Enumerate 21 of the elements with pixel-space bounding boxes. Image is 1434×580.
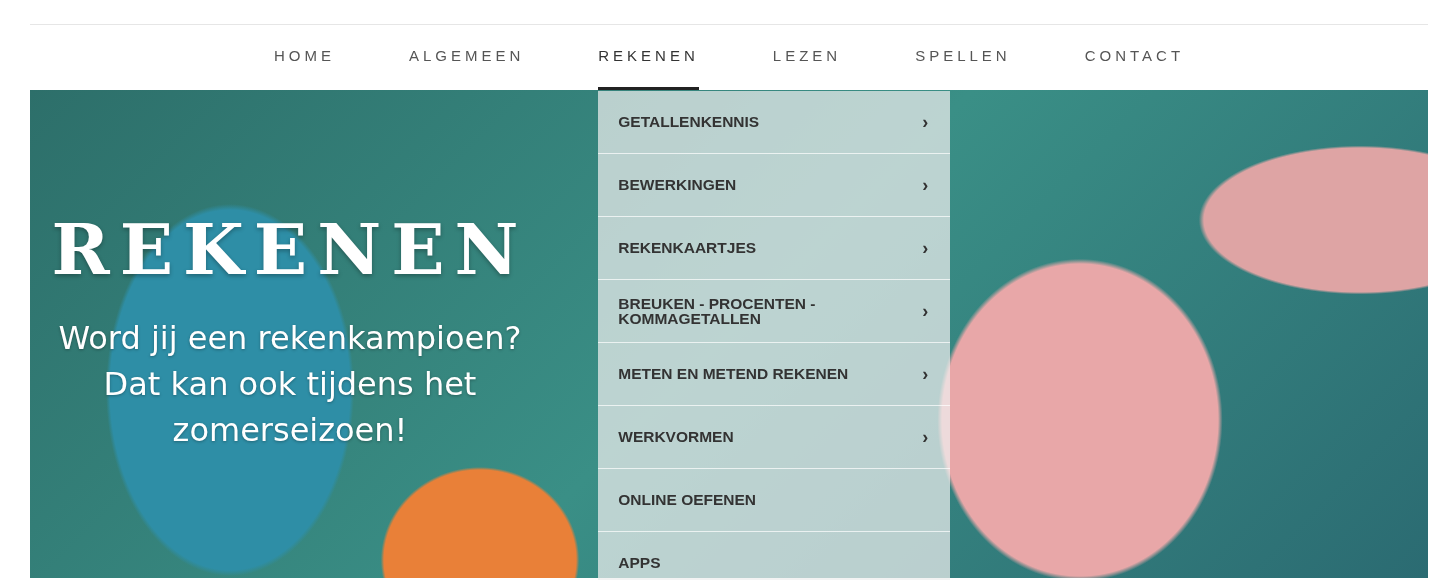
chevron-icon: › xyxy=(922,365,929,383)
nav-link[interactable]: SPELLEN xyxy=(915,25,1011,90)
chevron-icon: › xyxy=(922,428,929,446)
menu-item[interactable]: APPS xyxy=(598,532,951,580)
chevron-icon: › xyxy=(922,302,929,320)
menu-item[interactable]: WERKVORMEN › xyxy=(598,406,951,469)
nav-link[interactable]: CONTACT xyxy=(1084,25,1185,90)
menu-item[interactable]: ONLINE OEFENEN xyxy=(598,469,951,532)
chevron-icon: › xyxy=(922,113,929,131)
hero-title: REKENEN xyxy=(51,215,529,285)
menu-item[interactable]: GETALLENKENNIS › xyxy=(598,91,951,154)
chevron-icon: › xyxy=(922,176,929,194)
chevron-icon: › xyxy=(922,239,929,257)
menu-item[interactable]: BEWERKINGEN › xyxy=(598,154,951,217)
nav-link[interactable]: ALGEMEEN xyxy=(408,25,525,90)
nav-link[interactable]: LEZEN xyxy=(772,25,842,90)
menu-item[interactable]: METEN EN METEND REKENEN › xyxy=(598,343,951,406)
menu-item[interactable]: BREUKEN - PROCENTEN - KOMMAGETALLEN › xyxy=(598,280,951,343)
menu-item[interactable]: REKENKAARTJES › xyxy=(598,217,951,280)
nav-link[interactable]: HOME xyxy=(273,25,335,90)
hero-subtitle: Word jij een rekenkampioen? Dat kan ook tijdens het zomerseizoen! xyxy=(57,318,523,451)
